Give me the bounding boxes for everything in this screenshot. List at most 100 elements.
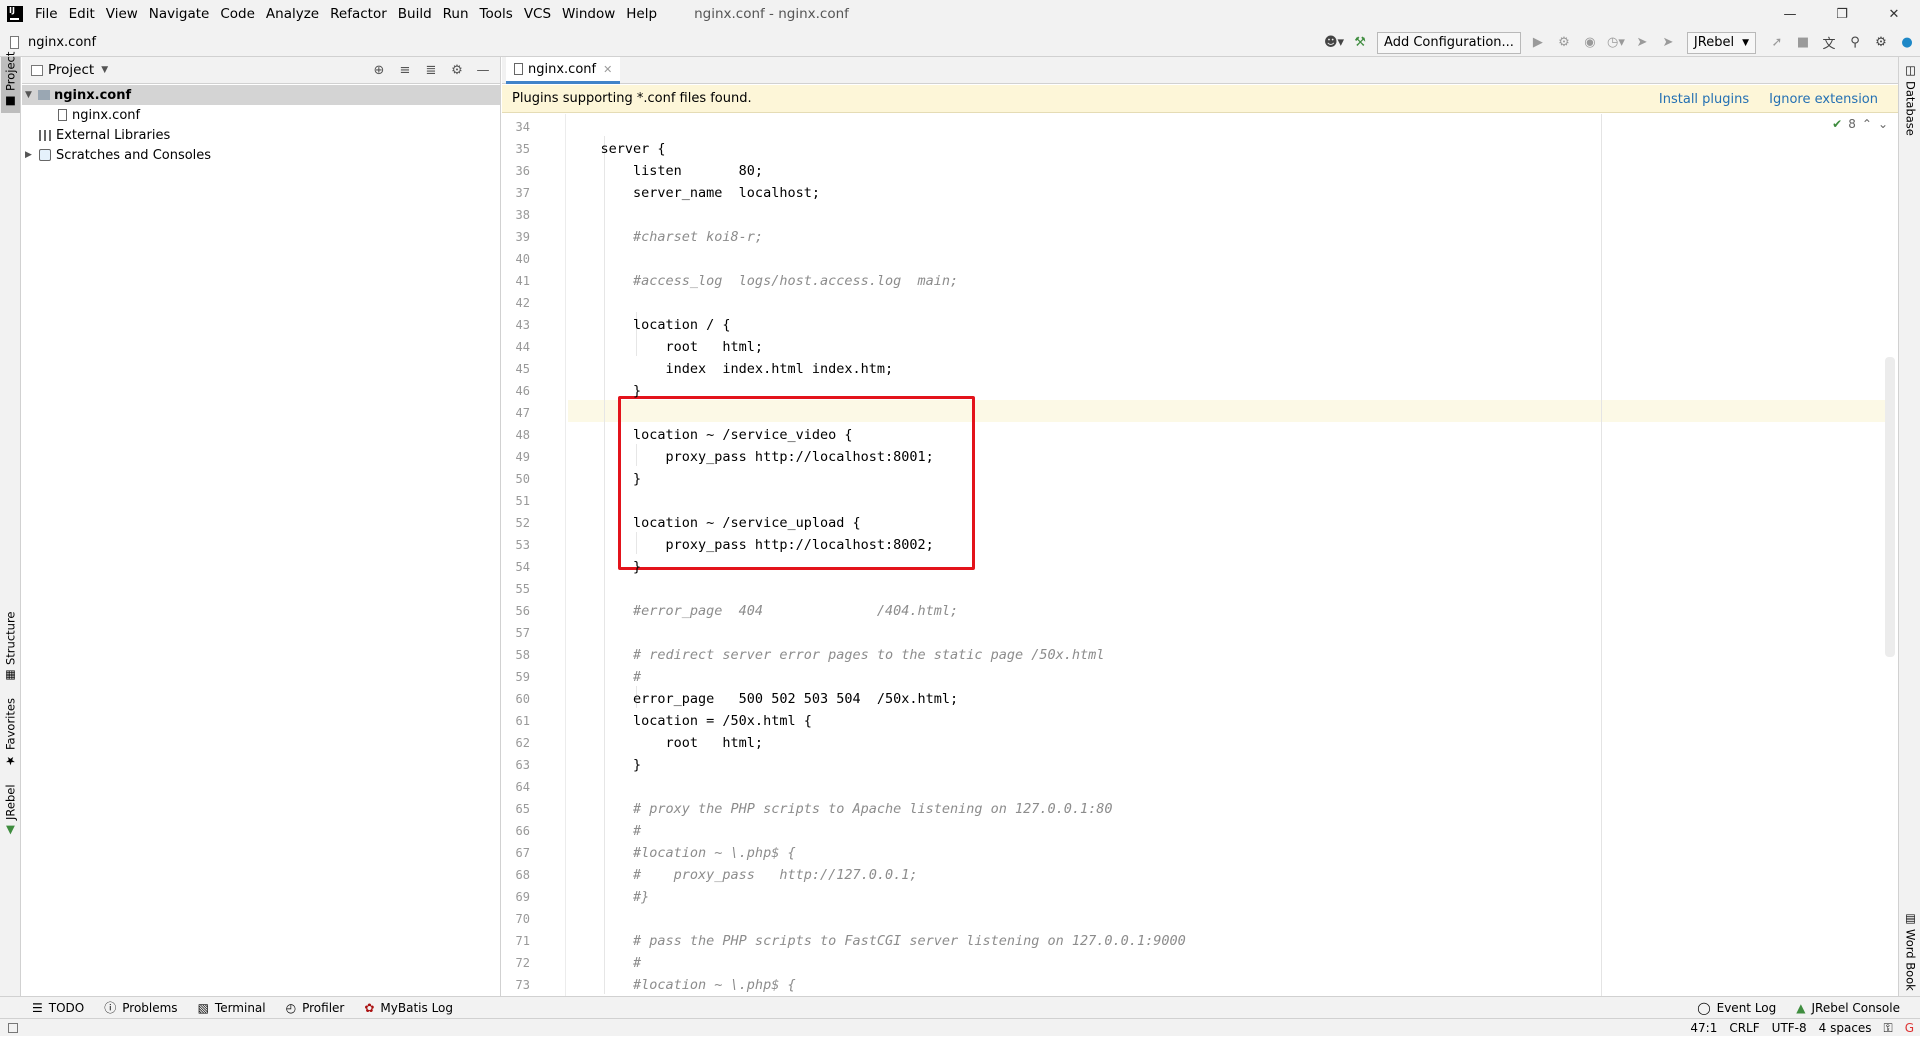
menu-item-help[interactable]: Help (626, 6, 657, 22)
close-tab-icon[interactable]: ✕ (603, 63, 612, 76)
build-hammer-icon[interactable]: ⚒ (1347, 35, 1373, 50)
tree-item-file[interactable]: nginx.conf (22, 105, 500, 125)
indent-setting[interactable]: 4 spaces (1819, 1021, 1872, 1035)
locate-icon[interactable]: ⊕ (366, 63, 392, 78)
code-line[interactable]: } (568, 468, 641, 490)
coverage-icon[interactable]: ◉ (1577, 35, 1603, 50)
jetbrains-toolbox-icon[interactable]: ● (1894, 35, 1920, 50)
code-area[interactable]: server { listen 80; server_name localhos… (568, 114, 1886, 996)
ignore-extension-link[interactable]: Ignore extension (1769, 92, 1878, 107)
caret-position[interactable]: 47:1 (1690, 1021, 1717, 1035)
collapse-all-icon[interactable]: ≣ (418, 63, 444, 78)
search-icon[interactable]: ⚲ (1842, 35, 1868, 50)
jrebel-select[interactable]: JRebel ▼ (1686, 31, 1756, 54)
add-configuration-button[interactable]: Add Configuration... (1377, 31, 1521, 54)
code-line[interactable]: # (568, 952, 641, 974)
tool-structure[interactable]: ▦ Structure (1, 612, 20, 687)
code-line[interactable]: #access_log logs/host.access.log main; (568, 270, 958, 292)
layout-icon[interactable] (8, 1022, 18, 1033)
menu-item-run[interactable]: Run (443, 6, 469, 22)
gear-icon[interactable]: ⚙ (444, 63, 470, 78)
code-line[interactable]: #location ~ \.php$ { (568, 842, 796, 864)
tool-todo[interactable]: ☰ TODO (32, 1001, 84, 1015)
code-line[interactable]: error_page 500 502 503 504 /50x.html; (568, 688, 958, 710)
menu-item-file[interactable]: File (35, 6, 58, 22)
translate-icon[interactable]: 文 (1816, 33, 1842, 52)
code-line[interactable]: #error_page 404 /404.html; (568, 600, 958, 622)
expand-all-icon[interactable]: ≡ (392, 63, 418, 78)
jrebel-debug-icon[interactable]: ➤ (1655, 35, 1681, 50)
chevron-down-icon[interactable]: ▼ (101, 65, 108, 75)
menu-item-refactor[interactable]: Refactor (330, 6, 387, 22)
project-panel-title[interactable]: Project (48, 62, 94, 78)
tree-item-external-libraries[interactable]: External Libraries (22, 125, 500, 145)
code-line[interactable]: proxy_pass http://localhost:8001; (568, 446, 934, 468)
tool-favorites[interactable]: ★ Favorites (1, 697, 20, 772)
menu-item-build[interactable]: Build (398, 6, 432, 22)
tree-item-scratches[interactable]: ▶ Scratches and Consoles (22, 145, 500, 165)
breadcrumb[interactable]: nginx.conf (28, 35, 96, 50)
code-line[interactable]: # (568, 820, 641, 842)
menu-item-window[interactable]: Window (562, 6, 615, 22)
close-icon[interactable]: ✕ (1868, 0, 1920, 28)
tree-item-root[interactable]: ▼ nginx.conf (22, 85, 500, 105)
tool-problems[interactable]: ⓘ Problems (104, 999, 177, 1016)
update-icon[interactable]: ➚ (1764, 35, 1790, 50)
tool-jrebel-console[interactable]: ▲ JRebel Console (1796, 1001, 1900, 1015)
code-line[interactable]: } (568, 556, 641, 578)
code-line[interactable]: # redirect server error pages to the sta… (568, 644, 1104, 666)
menu-item-edit[interactable]: Edit (69, 6, 95, 22)
code-line[interactable]: # proxy_pass http://127.0.0.1; (568, 864, 917, 886)
user-icon[interactable]: ☻▾ (1321, 35, 1347, 50)
code-line[interactable]: server { (568, 138, 666, 160)
jrebel-run-icon[interactable]: ➤ (1629, 35, 1655, 50)
stop-icon[interactable]: ■ (1790, 35, 1816, 50)
code-line[interactable]: # (568, 666, 641, 688)
restore-icon[interactable]: ❐ (1816, 0, 1868, 28)
code-line[interactable]: root html; (568, 732, 764, 754)
tool-event-log[interactable]: ◯ Event Log (1697, 1001, 1776, 1015)
install-plugins-link[interactable]: Install plugins (1659, 92, 1749, 107)
file-encoding[interactable]: UTF-8 (1772, 1021, 1807, 1035)
menu-item-view[interactable]: View (106, 6, 138, 22)
code-line[interactable]: listen 80; (568, 160, 763, 182)
tool-project[interactable]: ■ Project (1, 52, 20, 113)
tool-database[interactable]: ◫ Database (1901, 59, 1920, 140)
menu-item-tools[interactable]: Tools (480, 6, 513, 22)
code-line[interactable]: server_name localhost; (568, 182, 820, 204)
chevron-down-icon[interactable]: ▼ (25, 90, 32, 100)
chevron-up-icon[interactable]: ⌃ (1862, 117, 1872, 131)
tool-word-book[interactable]: ▤ Word Book (1901, 907, 1920, 995)
tool-jrebel[interactable]: ▲ JRebel (1, 782, 20, 842)
vertical-scrollbar[interactable] (1885, 357, 1895, 657)
code-line[interactable]: #} (568, 886, 649, 908)
code-line[interactable]: # pass the PHP scripts to FastCGI server… (568, 930, 1186, 952)
menu-item-code[interactable]: Code (220, 6, 255, 22)
code-line[interactable]: #location ~ \.php$ { (568, 974, 796, 996)
menu-item-vcs[interactable]: VCS (524, 6, 551, 22)
minimize-icon[interactable]: — (1764, 0, 1816, 28)
code-line[interactable]: } (568, 754, 641, 776)
chevron-right-icon[interactable]: ▶ (25, 150, 32, 160)
google-icon[interactable]: G (1905, 1021, 1914, 1035)
tool-mybatis-log[interactable]: ✿ MyBatis Log (364, 1001, 453, 1015)
settings-gear-icon[interactable]: ⚙ (1868, 35, 1894, 50)
code-line[interactable]: location = /50x.html { (568, 710, 812, 732)
lock-icon[interactable]: ⚿ (1884, 1021, 1893, 1036)
code-line[interactable]: location / { (568, 314, 731, 336)
line-separator[interactable]: CRLF (1729, 1021, 1759, 1035)
code-line[interactable]: root html; (568, 336, 764, 358)
code-line[interactable]: } (568, 380, 641, 402)
run-icon[interactable]: ▶ (1525, 35, 1551, 50)
profile-icon[interactable]: ◷▾ (1603, 35, 1629, 50)
tool-profiler[interactable]: ◴ Profiler (286, 1001, 345, 1015)
chevron-down-icon[interactable]: ⌄ (1878, 117, 1888, 131)
code-line[interactable]: #charset koi8-r; (568, 226, 763, 248)
code-line[interactable]: location ~ /service_video { (568, 424, 852, 446)
tool-terminal[interactable]: ▧ Terminal (198, 1001, 266, 1015)
debug-icon[interactable]: ⚙ (1551, 35, 1577, 50)
hide-icon[interactable]: — (470, 63, 496, 78)
inspection-widget[interactable]: ✔ 8 ⌃ ⌄ (1832, 117, 1888, 131)
code-line[interactable]: index index.html index.htm; (568, 358, 894, 380)
menu-item-navigate[interactable]: Navigate (149, 6, 210, 22)
